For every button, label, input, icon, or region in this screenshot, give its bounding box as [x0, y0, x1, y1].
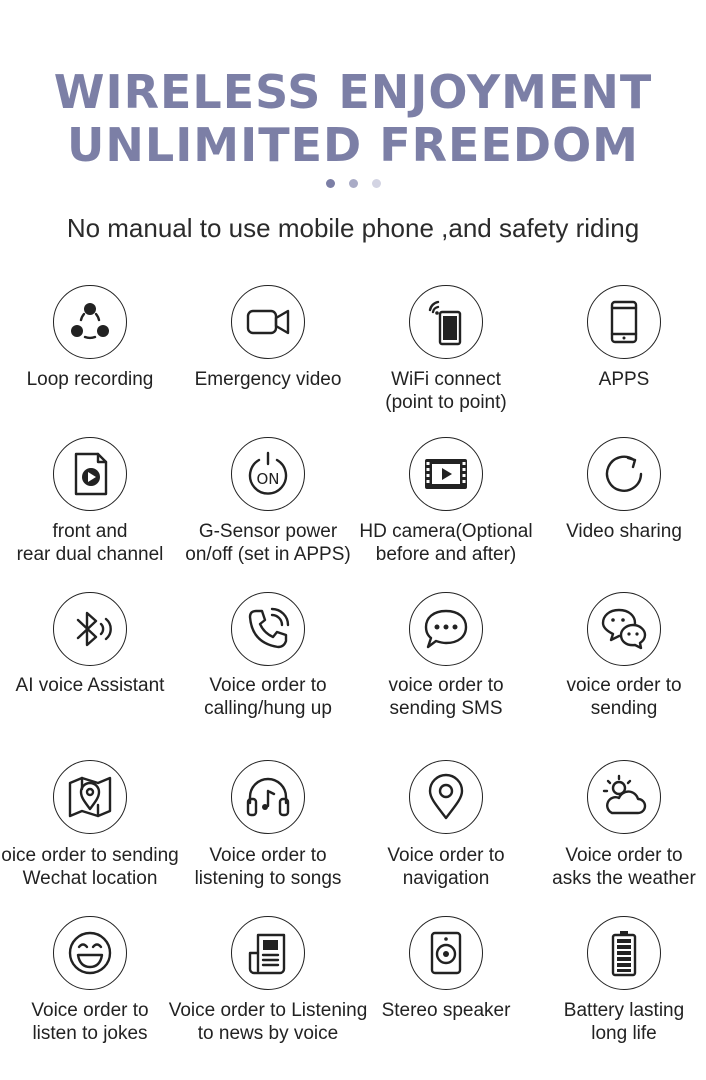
feature-label-line2: before and after): [375, 544, 517, 565]
play-file-icon: [53, 437, 127, 511]
title-line-1: WIRELESS ENJOYMENT: [53, 65, 653, 119]
loop-recording-icon: [53, 285, 127, 359]
feature-label-line1: voice order to: [566, 675, 682, 696]
wifi-phone-icon: [409, 285, 483, 359]
newspaper-icon: [231, 916, 305, 990]
feature-label-line2: (point to point): [385, 392, 507, 413]
feature-label-line2: asks the weather: [552, 868, 696, 889]
title-line-2: UNLIMITED FREEDOM: [67, 118, 639, 172]
pager-dot[interactable]: [325, 179, 335, 188]
feature-label-line1: APPS: [598, 369, 650, 390]
speaker-icon: [409, 916, 483, 990]
phone-icon: [587, 285, 661, 359]
film-play-icon: [409, 437, 483, 511]
feature-label-line2: long life: [591, 1023, 657, 1044]
chat-bubble-icon: [409, 592, 483, 666]
headphones-icon: [231, 760, 305, 834]
share-arrow-icon: [587, 437, 661, 511]
phone-call-icon: [231, 592, 305, 666]
power-on-icon: ON: [231, 437, 305, 511]
map-location-icon: [53, 760, 127, 834]
smiley-icon: [53, 916, 127, 990]
video-camera-icon: [231, 285, 305, 359]
feature-label: voice order to sending: [506, 674, 706, 720]
feature-label-line1: Video sharing: [566, 521, 682, 542]
location-pin-icon: [409, 760, 483, 834]
feature-label: Battery lasting long life: [506, 999, 706, 1045]
battery-icon: [587, 916, 661, 990]
bluetooth-icon: [53, 592, 127, 666]
feature-label: Voice order to asks the weather: [506, 844, 706, 890]
pager-dot[interactable]: [348, 179, 358, 188]
feature-label-line2: to news by voice: [197, 1023, 339, 1044]
pager-dots: [0, 179, 706, 188]
subtitle: No manual to use mobile phone ,and safet…: [66, 213, 640, 243]
feature-label-line2: sending: [590, 698, 658, 719]
svg-text:ON: ON: [256, 470, 279, 488]
weather-icon: [587, 760, 661, 834]
feature-label-line1: Battery lasting: [563, 1000, 685, 1021]
wechat-icon: [587, 592, 661, 666]
feature-label-line1: Voice order to: [565, 845, 683, 866]
pager-dot[interactable]: [371, 179, 381, 188]
feature-label: APPS: [506, 368, 706, 391]
feature-label: Video sharing: [506, 520, 706, 543]
